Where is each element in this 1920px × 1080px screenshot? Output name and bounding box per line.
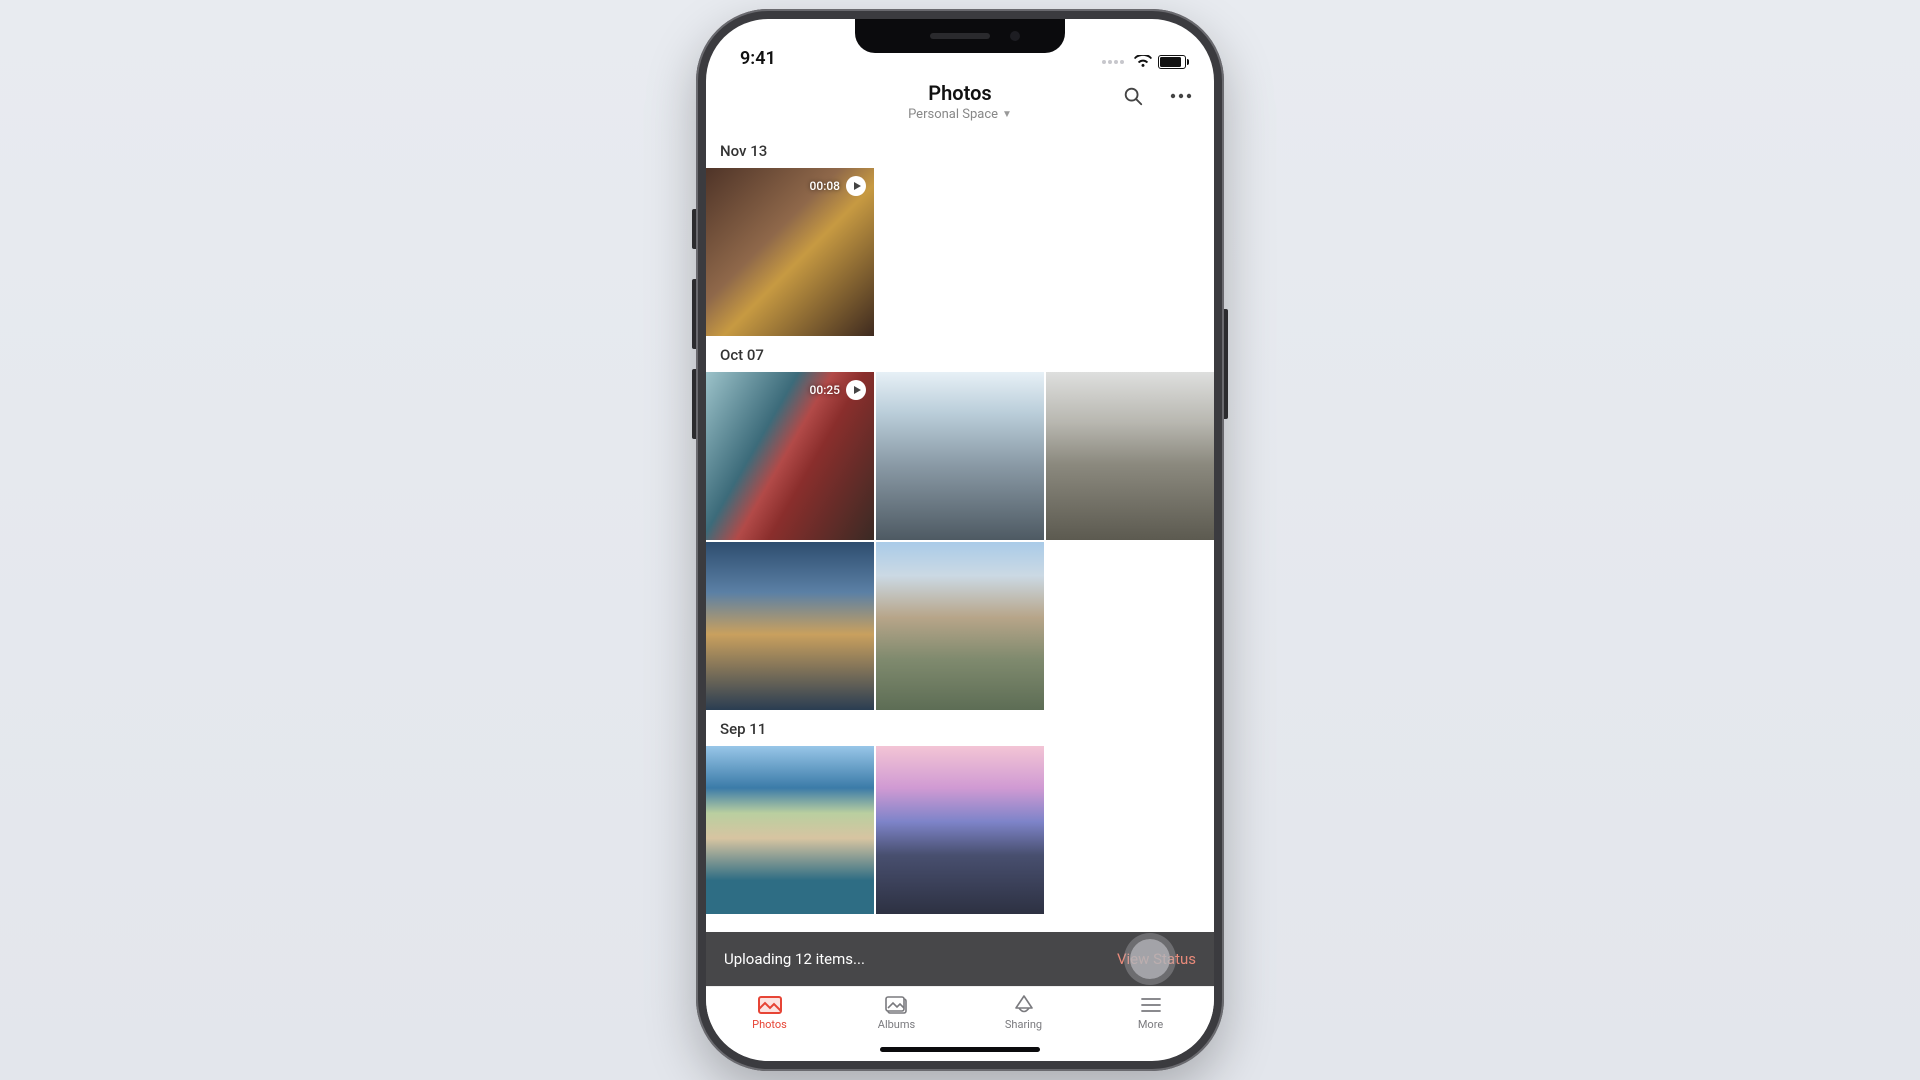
more-horizontal-icon [1170, 93, 1192, 99]
upload-status-bar[interactable]: Uploading 12 items... View Status [706, 932, 1214, 986]
tab-label: More [1138, 1018, 1163, 1031]
search-icon [1122, 85, 1144, 107]
sharing-icon [1011, 995, 1037, 1015]
touch-indicator [1130, 939, 1170, 979]
video-duration-badge: 00:08 [810, 176, 866, 196]
tab-more[interactable]: More [1116, 995, 1186, 1031]
home-indicator[interactable] [880, 1047, 1040, 1052]
photo-timeline[interactable]: Nov 13 00:08 Oct 07 00: [706, 132, 1214, 932]
search-button[interactable] [1120, 83, 1146, 109]
more-button[interactable] [1168, 83, 1194, 109]
video-duration: 00:08 [810, 179, 840, 193]
space-label: Personal Space [908, 107, 998, 122]
date-header: Sep 11 [706, 710, 1214, 746]
content-area: Nov 13 00:08 Oct 07 00: [706, 132, 1214, 1056]
video-thumbnail[interactable]: 00:25 [706, 372, 874, 540]
upload-status-text: Uploading 12 items... [724, 950, 865, 968]
tab-sharing[interactable]: Sharing [989, 995, 1059, 1031]
phone-frame: 9:41 Photos Personal Space ▼ [696, 9, 1224, 1071]
photo-thumbnail[interactable] [876, 746, 1044, 914]
tab-bar: Photos Albums Sharing [706, 986, 1214, 1056]
hamburger-icon [1138, 995, 1164, 1015]
photo-thumbnail[interactable] [706, 542, 874, 710]
video-duration: 00:25 [810, 383, 840, 397]
video-duration-badge: 00:25 [810, 380, 866, 400]
tab-label: Albums [878, 1018, 915, 1031]
tab-label: Photos [752, 1018, 787, 1031]
view-status-link[interactable]: View Status [1117, 950, 1196, 968]
status-icons [1102, 55, 1186, 69]
date-header: Nov 13 [706, 132, 1214, 168]
screen: 9:41 Photos Personal Space ▼ [706, 19, 1214, 1061]
albums-icon [884, 995, 910, 1015]
battery-icon [1158, 55, 1186, 69]
chevron-down-icon: ▼ [1002, 109, 1012, 120]
tab-photos[interactable]: Photos [735, 995, 805, 1031]
date-header: Oct 07 [706, 336, 1214, 372]
notch [855, 19, 1065, 53]
photo-thumbnail[interactable] [1046, 372, 1214, 540]
cellular-icon [1102, 60, 1124, 64]
status-time: 9:41 [740, 48, 776, 69]
photos-icon [757, 995, 783, 1015]
play-icon [846, 380, 866, 400]
photo-thumbnail[interactable] [876, 542, 1044, 710]
tab-albums[interactable]: Albums [862, 995, 932, 1031]
space-selector[interactable]: Personal Space ▼ [722, 107, 1198, 122]
video-thumbnail[interactable]: 00:08 [706, 168, 874, 336]
photo-thumbnail[interactable] [876, 372, 1044, 540]
wifi-icon [1134, 55, 1152, 69]
photo-thumbnail[interactable] [706, 746, 874, 914]
tab-label: Sharing [1005, 1018, 1042, 1031]
play-icon [846, 176, 866, 196]
app-header: Photos Personal Space ▼ [706, 75, 1214, 132]
